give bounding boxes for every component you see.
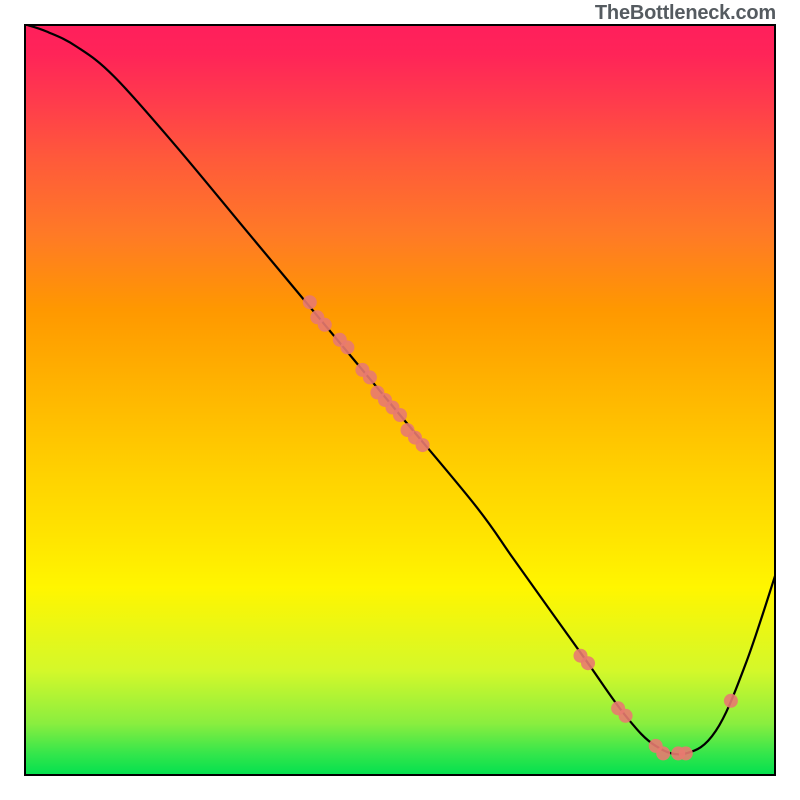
chart-container: TheBottleneck.com: [0, 0, 800, 800]
plot-gradient-background: [24, 24, 776, 776]
watermark-text: TheBottleneck.com: [595, 2, 776, 25]
